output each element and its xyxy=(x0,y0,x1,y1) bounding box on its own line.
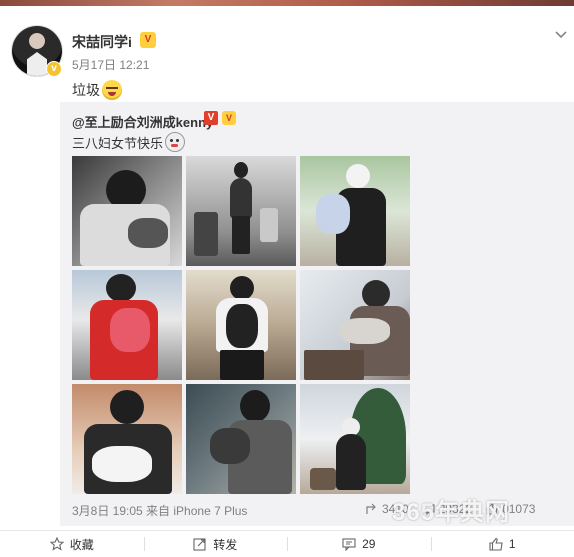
thumbs-up-icon xyxy=(489,537,503,551)
star-icon xyxy=(50,537,64,551)
photo-4[interactable] xyxy=(72,270,182,380)
verified-icon: v xyxy=(46,61,62,77)
share-icon xyxy=(366,503,378,515)
post-header: v 宋喆同学i V 5月17日 12:21 垃圾 xyxy=(0,6,574,102)
vip-badge-icon[interactable]: V xyxy=(140,32,156,48)
photo-2[interactable] xyxy=(186,156,296,266)
comment-count: 29 xyxy=(362,537,375,551)
favorite-button[interactable]: 收藏 xyxy=(0,531,144,557)
repost-author-link[interactable]: @至上励合刘洲成kenny xyxy=(72,112,213,131)
repost-icon xyxy=(193,537,207,551)
photo-3[interactable] xyxy=(300,156,410,266)
post-text-content: 垃圾 xyxy=(72,80,100,100)
favorite-label: 收藏 xyxy=(70,536,94,553)
photo-1[interactable] xyxy=(72,156,182,266)
post-text: 垃圾 xyxy=(72,80,122,100)
reposted-content: @至上励合刘洲成kenny V V 三八妇女节快乐 xyxy=(60,102,574,526)
photo-7[interactable] xyxy=(72,384,182,494)
comment-button[interactable]: 29 xyxy=(287,531,431,557)
action-bar: 收藏 转发 29 1 xyxy=(0,530,574,557)
photo-9[interactable] xyxy=(300,384,410,494)
photo-6[interactable] xyxy=(300,270,410,380)
post-time[interactable]: 5月17日 12:21 xyxy=(72,56,149,73)
repost-label: 转发 xyxy=(213,536,237,553)
user-name[interactable]: 宋喆同学i xyxy=(72,32,132,52)
laughing-emoji-icon xyxy=(165,132,185,152)
repost-text: 三八妇女节快乐 xyxy=(72,132,185,152)
angry-emoji-icon xyxy=(102,80,122,100)
like-count: 1 xyxy=(509,537,516,551)
like-button[interactable]: 1 xyxy=(431,531,574,557)
repost-date-source[interactable]: 3月8日 19:05 来自 iPhone 7 Plus xyxy=(72,502,247,519)
watermark-logo: 365年典网 xyxy=(392,492,510,527)
photo-5[interactable] xyxy=(186,270,296,380)
photo-grid xyxy=(72,156,412,496)
chevron-down-icon[interactable] xyxy=(554,28,568,42)
comment-icon xyxy=(342,537,356,551)
repost-text-content: 三八妇女节快乐 xyxy=(72,133,163,152)
vip-icon[interactable]: V xyxy=(222,111,236,125)
repost-button[interactable]: 转发 xyxy=(144,531,288,557)
repost-author-badges: V V xyxy=(204,111,236,125)
verified-v-icon: V xyxy=(204,111,218,125)
photo-8[interactable] xyxy=(186,384,296,494)
